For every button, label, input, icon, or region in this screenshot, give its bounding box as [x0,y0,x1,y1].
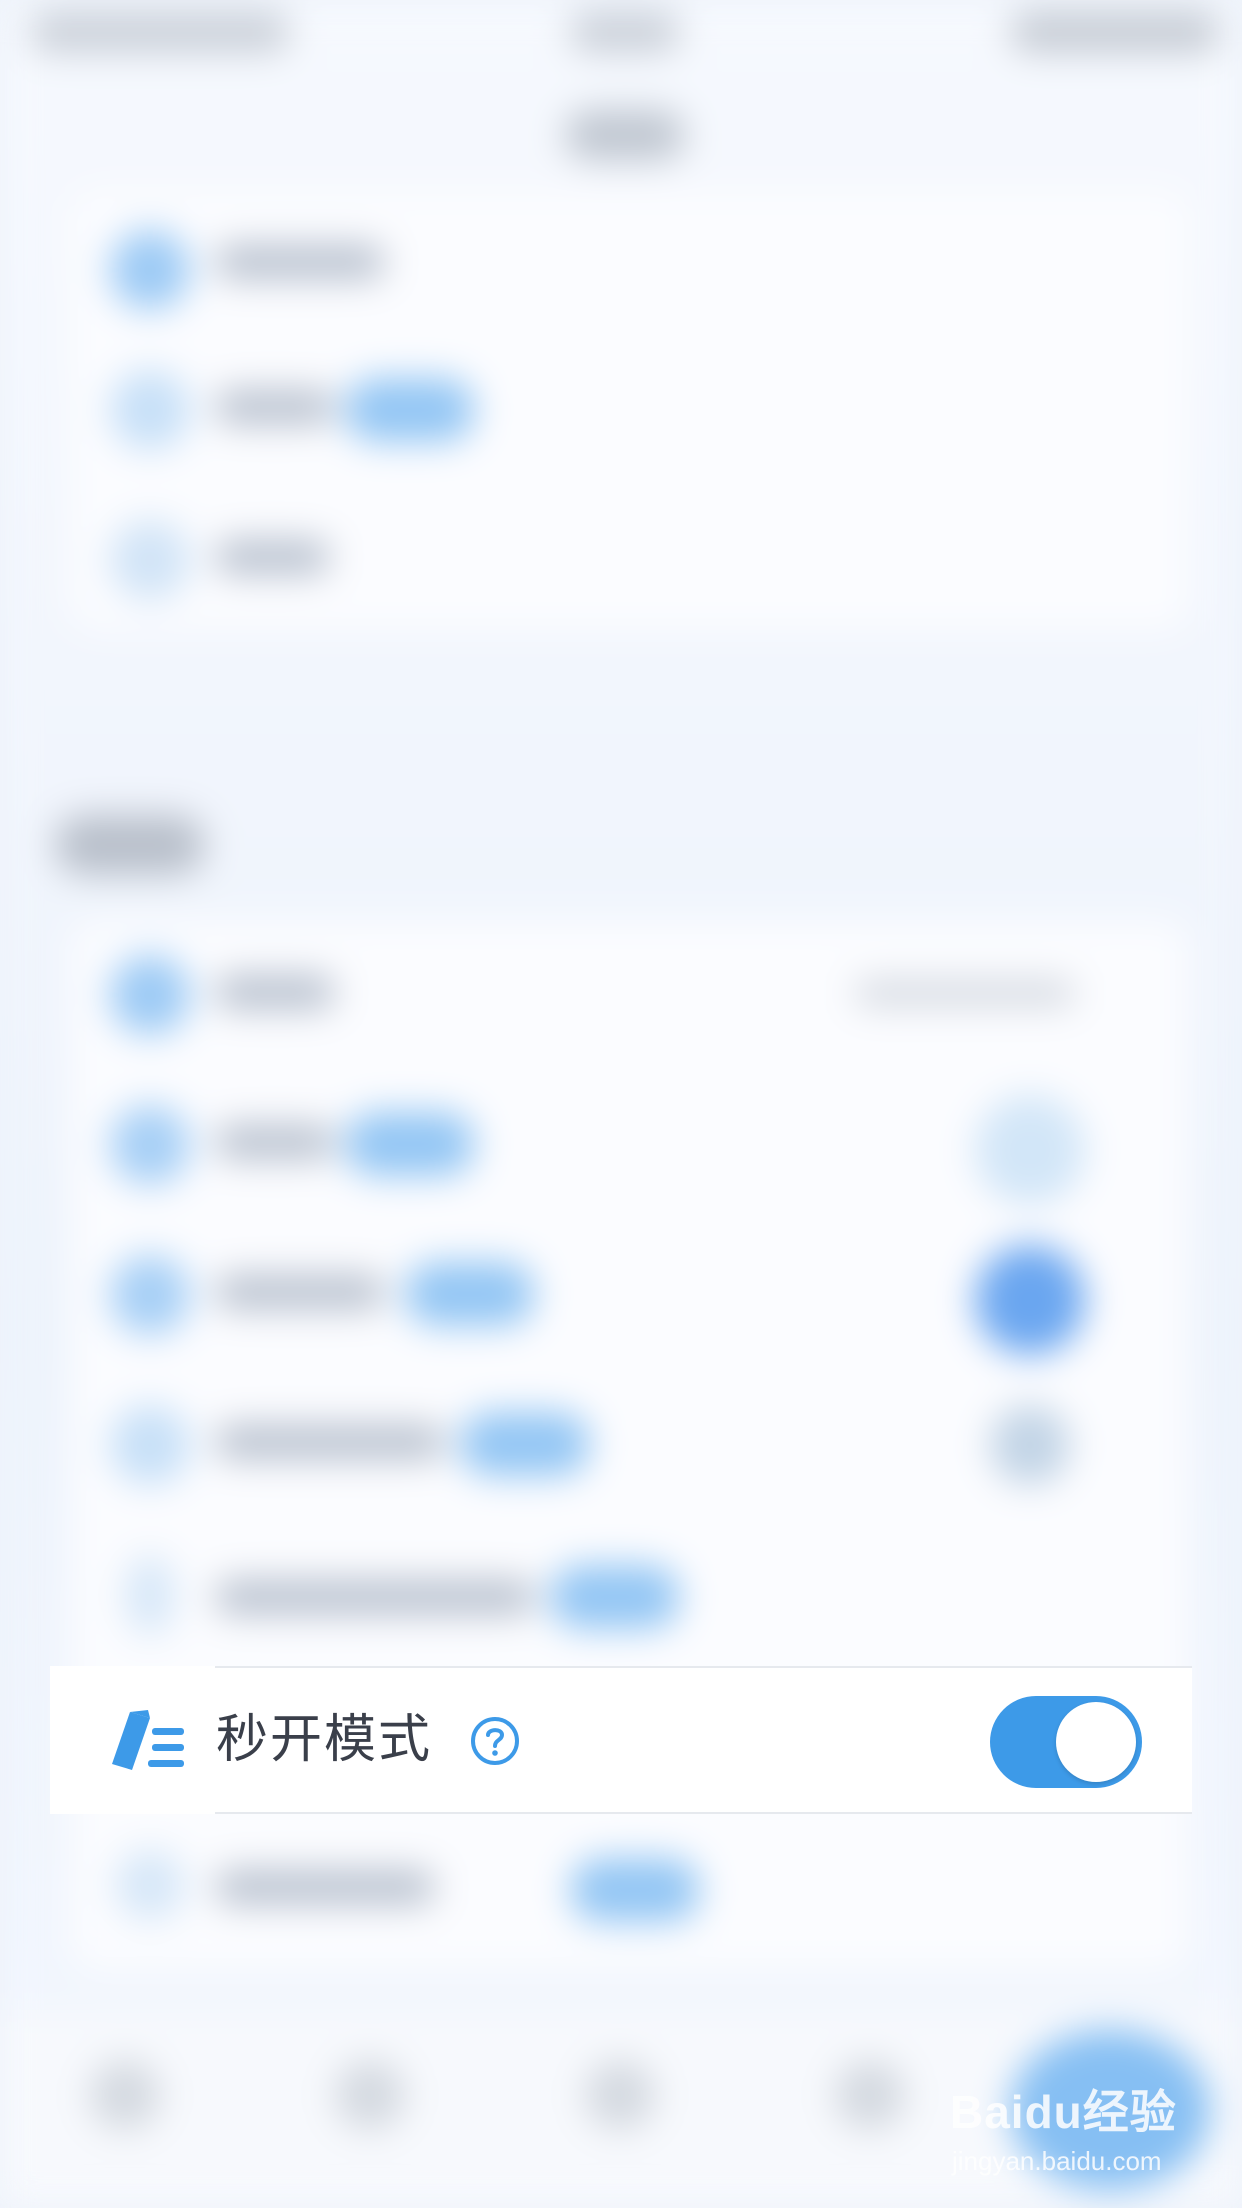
row-icon [110,1255,190,1335]
row-badge [550,1565,680,1629]
row-toggle-grey [990,1405,1070,1485]
row-text [215,1125,335,1159]
question-mark-circle-icon[interactable] [470,1716,520,1766]
instant-open-mode-toggle[interactable] [990,1696,1142,1788]
instant-open-mode-row: 秒开模式 [50,1666,1192,1814]
edit-list-icon [112,1710,184,1770]
row-icon [110,955,190,1035]
row-text [215,390,335,424]
row-icon [110,230,190,310]
row-text [215,245,385,279]
row-badge [405,1262,535,1326]
row-badge [345,378,475,442]
row-divider-bottom [215,1812,1192,1814]
row-text [215,975,335,1009]
status-bar-right [1010,12,1220,52]
status-bar-left [30,12,290,52]
row-toggle-light [975,1095,1085,1205]
tab-icon [335,2060,405,2130]
row-icon [115,1850,185,1920]
row-icon [110,370,190,450]
row-icon [110,520,190,600]
row-text [215,1870,435,1904]
tab-icon [835,2060,905,2130]
row-value [855,980,1075,1006]
blurred-background [0,0,1242,2208]
toggle-knob [1056,1702,1136,1782]
row-badge [460,1412,590,1476]
tab-icon [585,2060,655,2130]
row-text [215,540,330,574]
baidu-jingyan-watermark: Baidu经验 jingyan.baidu.com [950,2076,1190,2186]
row-badge [570,1858,700,1922]
row-icon [110,1105,190,1185]
row-badge [345,1112,475,1176]
watermark-brand: Baidu经验 [950,2086,1177,2138]
row-icon [125,1555,175,1635]
row-divider-top [215,1666,1192,1668]
section-header [55,815,205,875]
setting-label: 秒开模式 [216,1710,433,1770]
row-toggle-dark [975,1245,1085,1355]
watermark-url: jingyan.baidu.com [952,2146,1162,2176]
nav-title [565,110,685,160]
row-text [215,1580,535,1614]
status-bar-center [570,12,680,52]
tab-icon [90,2060,160,2130]
row-text [215,1425,445,1459]
row-icon [110,1405,190,1485]
row-text [215,1275,385,1309]
